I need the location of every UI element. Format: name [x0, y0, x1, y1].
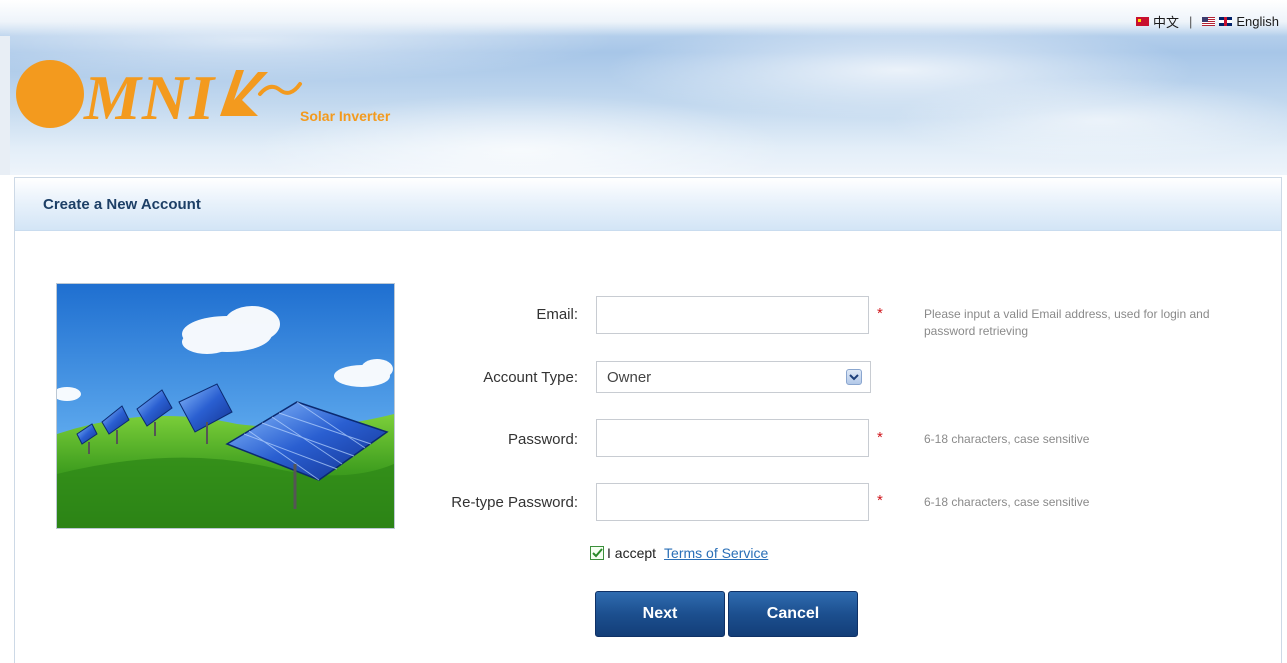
next-button[interactable]: Next	[595, 591, 725, 637]
panel-header: Create a New Account	[15, 178, 1281, 231]
account-type-selected-value: Owner	[607, 368, 652, 386]
china-flag-icon[interactable]	[1135, 17, 1149, 26]
header-left-strip	[0, 36, 10, 175]
panel-title: Create a New Account	[43, 195, 201, 213]
language-switcher: 中文 | English	[1135, 12, 1279, 31]
email-label: Email:	[536, 306, 578, 323]
solar-field-illustration	[57, 284, 394, 528]
password-label: Password:	[507, 431, 578, 448]
language-chinese-link[interactable]: 中文	[1153, 12, 1179, 31]
cancel-button[interactable]: Cancel	[728, 591, 858, 637]
accept-terms-row: I accept Terms of Service	[590, 545, 768, 561]
email-hint: Please input a valid Email address, used…	[924, 307, 1210, 338]
accept-terms-checkbox[interactable]	[590, 546, 604, 560]
password-input[interactable]	[596, 419, 869, 457]
logo-k-wave-icon	[220, 70, 302, 116]
retype-password-label: Re-type Password:	[451, 494, 578, 511]
password-required-mark: *	[877, 429, 883, 446]
language-english-link[interactable]: English	[1236, 14, 1279, 29]
solar-panels-photo	[56, 283, 395, 529]
terms-of-service-link[interactable]: Terms of Service	[664, 545, 768, 561]
site-header: 中文 | English MNI Solar Inverter	[0, 0, 1287, 175]
password-hint: 6-18 characters, case sensitive	[924, 432, 1090, 446]
retype-password-hint: 6-18 characters, case sensitive	[924, 495, 1090, 509]
language-separator: |	[1188, 14, 1193, 29]
account-type-select[interactable]: Owner	[596, 361, 871, 393]
email-input[interactable]	[596, 296, 869, 334]
header-top-band	[0, 0, 1287, 36]
uk-flag-icon[interactable]	[1219, 17, 1233, 26]
retype-password-required-mark: *	[877, 492, 883, 509]
accept-label: I accept	[607, 545, 657, 561]
email-required-mark: *	[877, 305, 883, 322]
logo-sun-circle-icon	[16, 60, 84, 128]
account-type-label: Account Type:	[483, 369, 578, 386]
logo-tagline: Solar Inverter	[300, 108, 391, 124]
retype-password-input[interactable]	[596, 483, 869, 521]
us-flag-icon[interactable]	[1202, 17, 1216, 26]
chevron-down-icon[interactable]	[846, 369, 862, 385]
logo-wordmark: MNI	[84, 62, 216, 133]
omnik-logo[interactable]: MNI Solar Inverter	[14, 52, 434, 142]
